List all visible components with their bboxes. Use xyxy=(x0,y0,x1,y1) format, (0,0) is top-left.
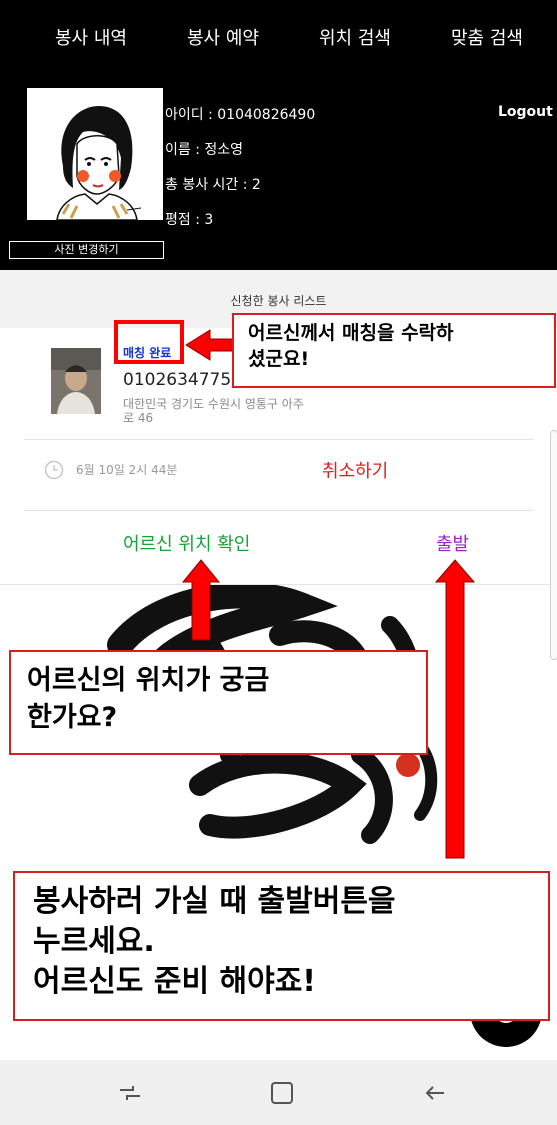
callout-location: 어르신의 위치가 궁금 한가요? xyxy=(9,650,428,755)
callout-matched-line-1: 어르신께서 매칭을 수락하 xyxy=(248,322,454,344)
callout-matched: 어르신께서 매칭을 수락하 셨군요! xyxy=(232,313,556,388)
callout-depart-line-3: 어르신도 준비 해야죠! xyxy=(33,964,316,999)
callout-location-line-1: 어르신의 위치가 궁금 xyxy=(27,665,270,696)
callout-depart: 봉사하러 가실 때 출발버튼을 누르세요. 어르신도 준비 해야죠! xyxy=(13,871,550,1021)
callout-depart-line-2: 누르세요. xyxy=(33,924,155,959)
callout-location-line-2: 한가요? xyxy=(27,702,118,733)
status-highlight-box xyxy=(114,320,184,364)
callout-matched-line-2: 셨군요! xyxy=(248,348,310,370)
home-icon[interactable] xyxy=(267,1078,297,1108)
callout-depart-line-1: 봉사하러 가실 때 출발버튼을 xyxy=(33,884,396,919)
system-nav-bar xyxy=(0,1060,557,1125)
recent-apps-icon[interactable] xyxy=(115,1078,145,1108)
back-icon[interactable] xyxy=(420,1078,450,1108)
